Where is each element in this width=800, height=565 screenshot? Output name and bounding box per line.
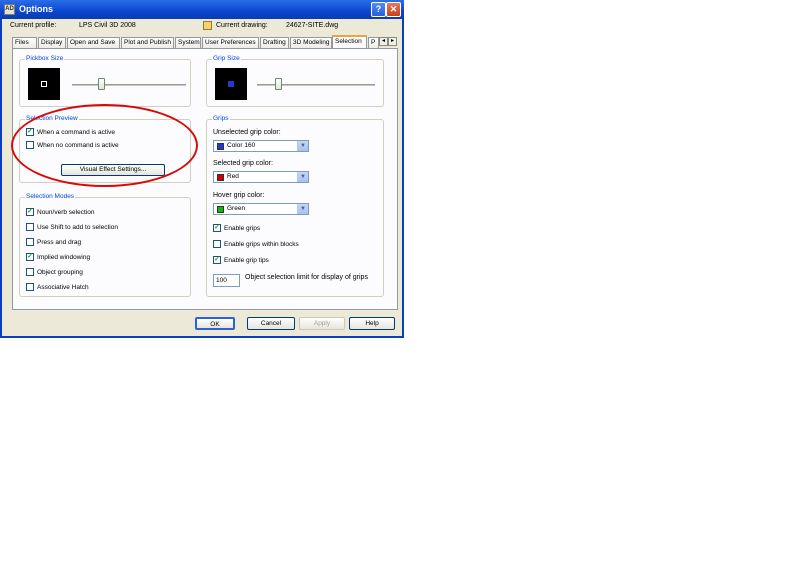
associative-hatch-label: Associative Hatch xyxy=(37,283,89,291)
checkbox-box xyxy=(213,240,221,248)
selection-preview-group: Selection Preview ✓ When a command is ac… xyxy=(19,115,191,183)
current-drawing-label: Current drawing: xyxy=(216,22,268,29)
checkbox-box: ✓ xyxy=(26,128,34,136)
tab-user-preferences[interactable]: User Preferences xyxy=(202,37,259,48)
object-grouping-checkbox[interactable]: Object grouping xyxy=(26,268,83,276)
window-title: Options xyxy=(19,4,53,14)
noun-verb-selection-checkbox[interactable]: ✓ Noun/verb selection xyxy=(26,208,94,216)
when-command-active-label: When a command is active xyxy=(37,128,116,136)
pickbox-slider-thumb[interactable] xyxy=(98,78,105,90)
pickbox-square xyxy=(41,81,47,87)
tab-drafting[interactable]: Drafting xyxy=(260,37,289,48)
associative-hatch-checkbox[interactable]: Associative Hatch xyxy=(26,283,89,291)
current-profile-label: Current profile: xyxy=(10,22,57,29)
unselected-grip-color-select[interactable]: Color 160 ▼ xyxy=(213,140,309,152)
selection-preview-label: Selection Preview xyxy=(25,115,79,122)
checkbox-box xyxy=(26,283,34,291)
checkbox-box: ✓ xyxy=(213,224,221,232)
enable-grips-label: Enable grips xyxy=(224,224,261,232)
color-swatch xyxy=(217,206,224,213)
when-command-active-checkbox[interactable]: ✓ When a command is active xyxy=(26,128,115,136)
unselected-grip-color-label: Unselected grip color: xyxy=(213,129,281,136)
tab-display[interactable]: Display xyxy=(38,37,66,48)
drawing-file-icon xyxy=(203,21,212,30)
when-no-command-active-checkbox[interactable]: When no command is active xyxy=(26,141,119,149)
profile-row: Current profile: LPS Civil 3D 2008 Curre… xyxy=(10,21,398,33)
chevron-down-icon[interactable]: ▼ xyxy=(297,172,308,182)
hover-grip-color-label: Hover grip color: xyxy=(213,192,265,199)
current-drawing-value: 24627-SITE.dwg xyxy=(286,22,339,29)
object-grouping-label: Object grouping xyxy=(37,268,83,276)
pickbox-size-group: Pickbox Size xyxy=(19,55,191,107)
enable-grip-tips-checkbox[interactable]: ✓ Enable grip tips xyxy=(213,256,269,264)
enable-grips-checkbox[interactable]: ✓ Enable grips xyxy=(213,224,260,232)
hover-grip-color-value: Green xyxy=(227,205,246,212)
checkbox-box xyxy=(26,223,34,231)
grips-group: Grips Unselected grip color: Color 160 ▼… xyxy=(206,115,384,297)
use-shift-checkbox[interactable]: Use Shift to add to selection xyxy=(26,223,118,231)
checkbox-box xyxy=(26,268,34,276)
color-swatch xyxy=(217,174,224,181)
enable-grips-within-blocks-checkbox[interactable]: Enable grips within blocks xyxy=(213,240,299,248)
selection-tab-panel: Pickbox Size Grip Size Selection Preview… xyxy=(12,48,398,310)
unselected-grip-color-value: Color 160 xyxy=(227,142,256,149)
grip-slider-thumb[interactable] xyxy=(275,78,282,90)
chevron-down-icon[interactable]: ▼ xyxy=(297,204,308,214)
selection-modes-label: Selection Modes xyxy=(25,193,76,200)
checkbox-box: ✓ xyxy=(26,208,34,216)
grips-label: Grips xyxy=(212,115,230,122)
selected-grip-color-select[interactable]: Red ▼ xyxy=(213,171,309,183)
tab-scroll-right-icon[interactable]: ▸ xyxy=(388,37,397,46)
tab-profiles-partial[interactable]: P xyxy=(368,37,379,48)
visual-effect-settings-button[interactable]: Visual Effect Settings... xyxy=(61,164,165,176)
tab-selection[interactable]: Selection xyxy=(332,35,367,48)
title-bar[interactable]: AD Options ? ✕ xyxy=(0,0,404,19)
help-title-button[interactable]: ? xyxy=(371,2,386,17)
use-shift-label: Use Shift to add to selection xyxy=(37,223,118,231)
tab-files[interactable]: Files xyxy=(12,37,37,48)
pickbox-slider-track[interactable] xyxy=(72,84,186,86)
checkbox-box: ✓ xyxy=(213,256,221,264)
options-dialog: AD Options ? ✕ Current profile: LPS Civi… xyxy=(0,0,404,338)
tab-scroll-left-icon[interactable]: ◂ xyxy=(379,37,388,46)
enable-grips-within-blocks-label: Enable grips within blocks xyxy=(224,240,299,248)
current-profile-value: LPS Civil 3D 2008 xyxy=(79,22,136,29)
press-and-drag-checkbox[interactable]: Press and drag xyxy=(26,238,81,246)
color-swatch xyxy=(217,143,224,150)
cancel-button[interactable]: Cancel xyxy=(247,317,295,330)
tab-open-and-save[interactable]: Open and Save xyxy=(67,37,120,48)
tab-plot-and-publish[interactable]: Plot and Publish xyxy=(121,37,174,48)
grip-display-limit-label: Object selection limit for display of gr… xyxy=(245,274,368,281)
ok-button[interactable]: OK xyxy=(195,317,235,330)
pickbox-size-label: Pickbox Size xyxy=(25,55,65,62)
implied-windowing-checkbox[interactable]: ✓ Implied windowing xyxy=(26,253,90,261)
grip-preview xyxy=(215,68,247,100)
implied-windowing-label: Implied windowing xyxy=(37,253,91,261)
pickbox-preview xyxy=(28,68,60,100)
tab-system[interactable]: System xyxy=(175,37,201,48)
grip-size-label: Grip Size xyxy=(212,55,241,62)
grip-size-group: Grip Size xyxy=(206,55,384,107)
checkbox-box: ✓ xyxy=(26,253,34,261)
tab-3d-modeling[interactable]: 3D Modeling xyxy=(290,37,332,48)
selected-grip-color-value: Red xyxy=(227,173,239,180)
autocad-app-icon: AD xyxy=(4,4,15,15)
chevron-down-icon[interactable]: ▼ xyxy=(297,141,308,151)
apply-button[interactable]: Apply xyxy=(299,317,345,330)
tab-strip: Files Display Open and Save Plot and Pub… xyxy=(12,35,398,48)
selected-grip-color-label: Selected grip color: xyxy=(213,160,273,167)
hover-grip-color-select[interactable]: Green ▼ xyxy=(213,203,309,215)
press-and-drag-label: Press and drag xyxy=(37,238,82,246)
checkbox-box xyxy=(26,238,34,246)
close-button[interactable]: ✕ xyxy=(386,2,401,17)
when-no-command-active-label: When no command is active xyxy=(37,141,119,149)
checkbox-box xyxy=(26,141,34,149)
grip-display-limit-input[interactable]: 100 xyxy=(213,274,240,287)
enable-grip-tips-label: Enable grip tips xyxy=(224,256,269,264)
help-button[interactable]: Help xyxy=(349,317,395,330)
selection-modes-group: Selection Modes ✓ Noun/verb selection Us… xyxy=(19,193,191,297)
noun-verb-selection-label: Noun/verb selection xyxy=(37,208,95,216)
grip-square xyxy=(228,81,234,87)
